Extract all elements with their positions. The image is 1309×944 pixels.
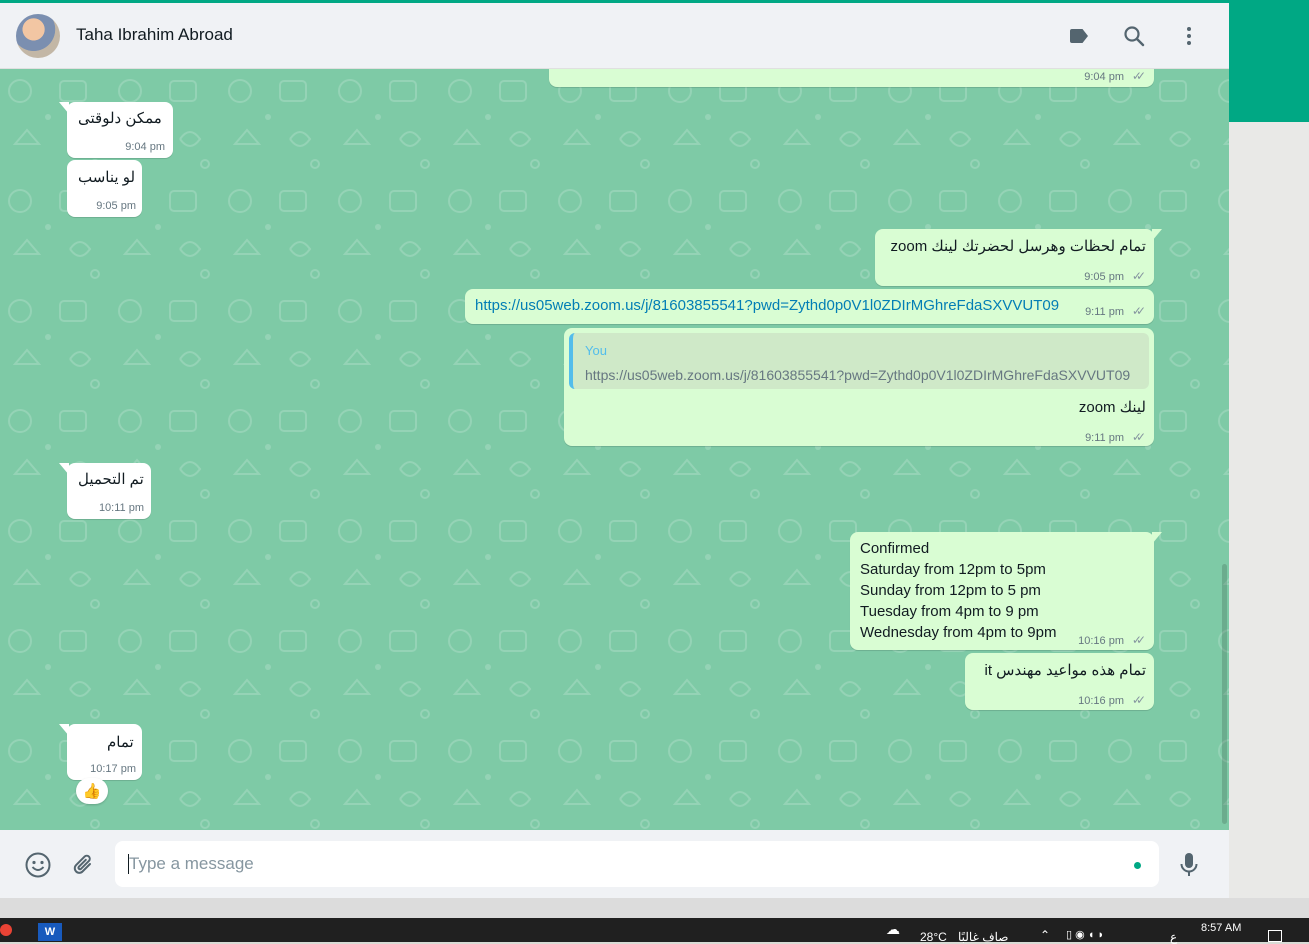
- message-input[interactable]: [129, 841, 1109, 887]
- message-text: تمام هذه مواعيد مهندس it: [984, 662, 1146, 679]
- message-outgoing[interactable]: Confirmed Saturday from 12pm to 5pm Sund…: [850, 532, 1162, 650]
- tray-icons[interactable]: ▯ ◉ ◖ ◗: [1066, 928, 1104, 941]
- chat-header: Taha Ibrahim Abroad: [0, 3, 1229, 69]
- message-time: 9:05 pm: [96, 200, 136, 212]
- message-time: 10:11 pm: [98, 502, 144, 514]
- search-icon[interactable]: [1119, 21, 1149, 51]
- status-dot: [1134, 862, 1141, 869]
- message-list[interactable]: 9:04 pm ✓✓ ممكن دلوقتى 9:04 pm لو يناسب …: [0, 69, 1229, 830]
- bubble-tail: [59, 463, 69, 475]
- read-receipt-icon: ✓✓: [1131, 693, 1146, 707]
- mic-icon[interactable]: [1174, 850, 1204, 880]
- message-outgoing-link[interactable]: https://us05web.zoom.us/j/81603855541?pw…: [465, 289, 1154, 324]
- message-text: تم التحميل: [78, 471, 144, 488]
- bubble-tail: [1152, 229, 1162, 241]
- message-text: تمام لحظات وهرسل لحضرتك لينك zoom: [890, 238, 1146, 255]
- message-text: لينك zoom: [1078, 399, 1146, 416]
- read-receipt-icon: ✓✓: [1131, 304, 1146, 318]
- message-time: 9:11 pm: [1085, 432, 1124, 444]
- message-incoming[interactable]: لو يناسب 9:05 pm: [67, 160, 142, 217]
- message-outgoing[interactable]: تمام لحظات وهرسل لحضرتك لينك zoom 9:05 p…: [875, 229, 1162, 286]
- message-text: لو يناسب: [78, 169, 136, 186]
- message-reaction[interactable]: 👍: [76, 778, 108, 804]
- message-time: 9:04 pm: [1084, 71, 1124, 83]
- text-caret: [128, 854, 129, 874]
- read-receipt-icon: ✓✓: [1131, 269, 1146, 283]
- message-link[interactable]: https://us05web.zoom.us/j/81603855541?pw…: [475, 295, 1059, 316]
- quote-author: You: [585, 343, 607, 358]
- message-time: 10:17 pm: [90, 763, 136, 775]
- message-input-box[interactable]: [115, 841, 1159, 887]
- window-bottom-edge: [0, 898, 1309, 918]
- notification-icon[interactable]: [1268, 930, 1282, 942]
- read-receipt-icon: ✓✓: [1131, 430, 1146, 444]
- message-incoming[interactable]: تم التحميل 10:11 pm: [59, 463, 151, 519]
- word-icon[interactable]: W: [38, 923, 62, 941]
- message-text: تمام: [107, 734, 134, 751]
- emoji-icon[interactable]: [23, 850, 53, 880]
- message-time: 9:11 pm: [1085, 306, 1124, 318]
- message-outgoing-reply[interactable]: You https://us05web.zoom.us/j/8160385554…: [564, 328, 1154, 446]
- message-time: 9:05 pm: [1084, 271, 1124, 283]
- message-outgoing[interactable]: 9:04 pm ✓✓: [549, 69, 1154, 87]
- clock[interactable]: 8:57 AM: [1201, 922, 1241, 934]
- message-time: 10:16 pm: [1078, 695, 1124, 707]
- message-text: ممكن دلوقتى: [78, 110, 162, 127]
- menu-icon[interactable]: [1174, 21, 1204, 51]
- chrome-icon[interactable]: [0, 924, 12, 936]
- bubble-tail: [59, 102, 69, 114]
- quote-text: https://us05web.zoom.us/j/81603855541?pw…: [585, 367, 1131, 383]
- bubble-tail: [59, 724, 69, 736]
- message-outgoing[interactable]: تمام هذه مواعيد مهندس it 10:16 pm ✓✓: [965, 653, 1154, 710]
- wallpaper-pattern: [0, 69, 1229, 830]
- message-incoming[interactable]: ممكن دلوقتى 9:04 pm: [59, 102, 173, 158]
- quoted-message[interactable]: You https://us05web.zoom.us/j/8160385554…: [569, 333, 1149, 389]
- attach-icon[interactable]: [69, 850, 99, 880]
- scrollbar[interactable]: [1222, 564, 1227, 824]
- label-icon[interactable]: [1064, 21, 1094, 51]
- composer-bar: [0, 830, 1229, 898]
- contact-avatar[interactable]: [16, 14, 60, 58]
- message-incoming[interactable]: تمام 10:17 pm: [59, 724, 142, 780]
- read-receipt-icon: ✓✓: [1131, 69, 1146, 83]
- whatsapp-chat-window: Taha Ibrahim Abroad 9:04 pm ✓✓ ممكن دلوق…: [0, 3, 1229, 898]
- background-panel: [1229, 122, 1309, 898]
- message-time: 9:04 pm: [125, 141, 165, 153]
- windows-taskbar: W ☁ 28°C صاف غالبًا ⌃ ▯ ◉ ◖ ◗ ع 8:57 AM: [0, 918, 1309, 944]
- bubble-tail: [1152, 532, 1162, 544]
- message-time: 10:16 pm: [1078, 635, 1124, 647]
- weather-icon[interactable]: ☁: [886, 921, 900, 938]
- contact-name[interactable]: Taha Ibrahim Abroad: [76, 25, 233, 45]
- chevron-up-icon[interactable]: ⌃: [1040, 928, 1050, 942]
- background-accent-panel: [1229, 3, 1309, 122]
- read-receipt-icon: ✓✓: [1131, 633, 1146, 647]
- message-text: Confirmed Saturday from 12pm to 5pm Sund…: [860, 540, 1057, 641]
